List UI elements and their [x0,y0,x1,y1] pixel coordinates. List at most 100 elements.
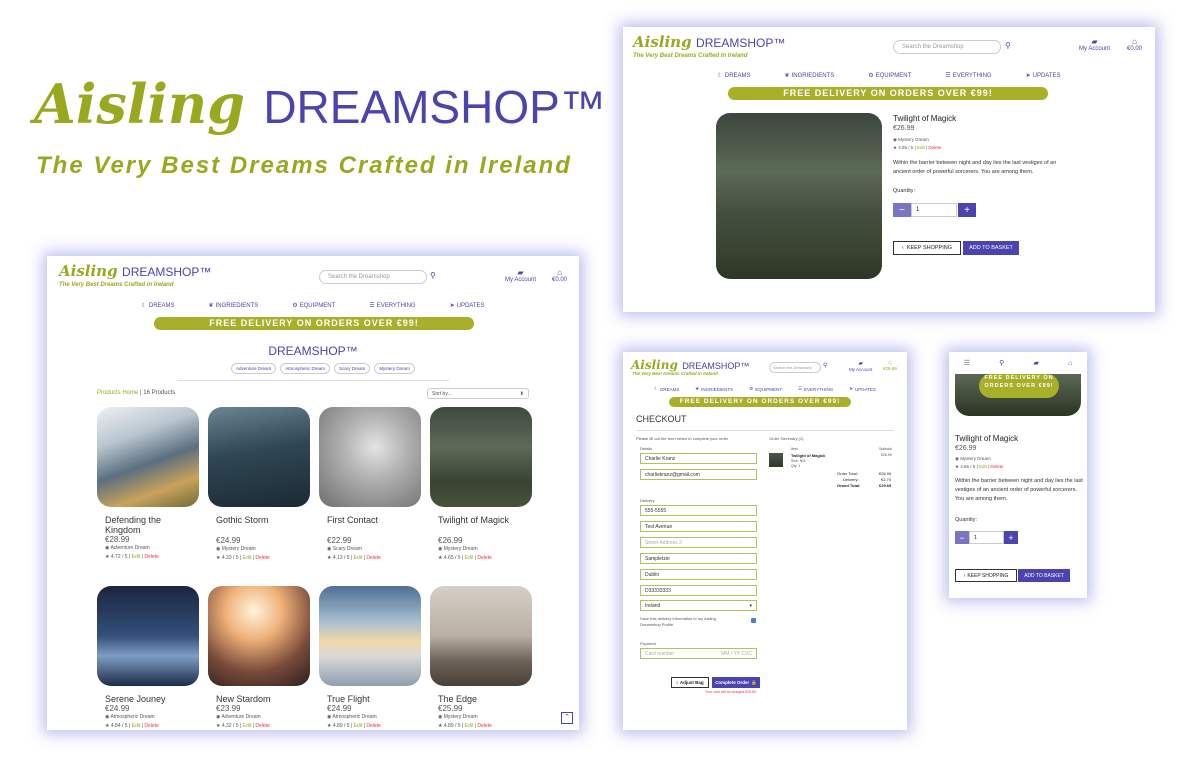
edit-link[interactable]: Edit [243,555,252,561]
product-image[interactable] [208,407,310,507]
quantity-input[interactable]: 1 [911,203,957,217]
back-to-top-button[interactable]: ⌃ [561,712,573,724]
phone-field[interactable]: 555-5555 [640,505,757,516]
postcode-field[interactable]: D33333333 [640,585,757,596]
quantity-decrement-button[interactable]: − [955,531,969,544]
edit-link[interactable]: Edit [354,723,363,729]
delete-link[interactable]: Delete [366,723,380,729]
search-input[interactable]: Search the Dreamshop [893,40,1001,54]
edit-link[interactable]: Edit [132,554,141,560]
product-card[interactable]: The Edge €25.99 ◉ Mystery Dream ★ 4.89 /… [430,586,532,729]
town-field[interactable]: Sampletzie [640,553,757,564]
basket-icon[interactable]: ⌂ [1068,360,1072,367]
nav-updates[interactable]: ➤ UPDATES [849,386,876,392]
detail-logo[interactable]: Aisling DREAMSHOP™ [633,33,785,52]
country-select[interactable]: Ireland ▾ [640,600,757,611]
category-tag[interactable]: Mystery Dream [374,363,415,374]
edit-link[interactable]: Edit [465,555,474,561]
product-category[interactable]: ◉ Atmospheric Dream [105,714,199,720]
quantity-decrement-button[interactable]: − [893,203,911,217]
delete-link[interactable]: Delete [477,723,491,729]
basket-link[interactable]: ⌂ €0.00 [552,268,567,283]
nav-equipment[interactable]: ⚙ EQUIPMENT [749,386,782,392]
product-category[interactable]: ◉ Mystery Dream [893,137,929,143]
edit-link[interactable]: Edit [132,723,141,729]
product-image[interactable] [430,586,532,686]
nav-dreams[interactable]: ☾ DREAMS [654,386,679,392]
nav-everything[interactable]: ☰ EVERYTHING [798,386,833,392]
sort-select[interactable]: Sort by... ⬍ [427,388,529,399]
street-address-2-field[interactable]: Street Address 2 [640,537,757,548]
keep-shopping-button[interactable]: ‹ KEEP SHOPPING [893,241,961,255]
nav-dreams[interactable]: ☾ DREAMS [717,72,750,80]
product-image[interactable] [208,586,310,686]
search-icon[interactable]: ⚲ [1005,41,1011,50]
search-input[interactable]: Search the Dreamshop [319,270,427,284]
account-link[interactable]: ▰ My Account [1079,37,1110,52]
product-category[interactable]: ◉ Mystery Dream [438,546,532,552]
product-category[interactable]: ◉ Atmospheric Dream [327,714,421,720]
product-card[interactable]: New Stardom €23.99 ◉ Adventure Dream ★ 4… [208,586,310,729]
delete-link[interactable]: Delete [255,723,269,729]
nav-everything[interactable]: ☰ EVERYTHING [369,302,415,310]
product-image[interactable] [430,407,532,507]
product-category[interactable]: ◉ Mystery Dream [955,456,991,462]
nav-ingredients[interactable]: ❦ INGRIEDIENTS [209,302,259,310]
search-icon[interactable]: ⚲ [430,271,436,280]
basket-link[interactable]: ⌂ €0.00 [1127,37,1142,52]
product-category[interactable]: ◉ Adventure Dream [105,545,199,551]
nav-ingredients[interactable]: ❦ INGRIEDIENTS [785,72,835,80]
nav-updates[interactable]: ➤ UPDATES [1026,72,1061,80]
account-link[interactable]: ▰ My Account [849,360,872,372]
product-category[interactable]: ◉ Mystery Dream [216,546,310,552]
product-card[interactable]: Defending the Kingdom €28.99 ◉ Adventure… [97,407,199,560]
category-tag[interactable]: Atmospheric Dream [280,363,331,374]
edit-link[interactable]: Edit [354,555,363,561]
product-image[interactable] [319,407,421,507]
category-tag[interactable]: Adventure Dream [231,363,277,374]
delete-link[interactable]: Delete [990,464,1003,469]
delete-link[interactable]: Delete [144,723,158,729]
full-name-field[interactable]: Charlie Kranz [640,453,757,464]
quantity-increment-button[interactable]: + [958,203,976,217]
card-field[interactable]: Card number MM / YY CVC [640,648,757,659]
nav-ingredients[interactable]: ❦ INGRIEDIENTS [695,386,733,392]
search-icon[interactable]: ⚲ [999,359,1004,367]
add-to-basket-button[interactable]: ADD TO BASKET [963,241,1019,255]
product-image[interactable] [319,586,421,686]
delete-link[interactable]: Delete [144,554,158,560]
product-card[interactable]: True Flight €24.99 ◉ Atmospheric Dream ★… [319,586,421,729]
product-image[interactable] [97,407,199,507]
complete-order-button[interactable]: Complete Order 🔒 [712,677,760,688]
quantity-increment-button[interactable]: + [1004,531,1018,544]
add-to-basket-button[interactable]: ADD TO BASKET [1018,569,1070,582]
nav-everything[interactable]: ☰ EVERYTHING [945,72,991,80]
email-field[interactable]: charliekranz@gmail.com [640,469,757,480]
category-tag[interactable]: Scary Dream [334,363,371,374]
nav-dreams[interactable]: ☾ DREAMS [141,302,174,310]
product-card[interactable]: First Contact €22.99 ◉ Scary Dream ★ 4.1… [319,407,421,561]
shop-logo[interactable]: Aisling DREAMSHOP™ [59,262,211,281]
product-category[interactable]: ◉ Scary Dream [327,546,421,552]
keep-shopping-button[interactable]: ‹ KEEP SHOPPING [955,569,1017,582]
bed-icon[interactable]: ▰ [1034,359,1039,367]
delete-link[interactable]: Delete [255,555,269,561]
nav-equipment[interactable]: ⚙ EQUIPMENT [868,72,911,80]
delete-link[interactable]: Delete [366,555,380,561]
basket-link[interactable]: ⌂ €29.69 [883,360,897,371]
search-input[interactable]: Search the Dreamsho [769,362,821,373]
account-link[interactable]: ▰ My Account [505,268,536,283]
street-address-1-field[interactable]: Test Avenue [640,521,757,532]
edit-link[interactable]: Edit [465,723,474,729]
delete-link[interactable]: Delete [928,145,941,150]
edit-link[interactable]: Edit [917,145,925,150]
product-category[interactable]: ◉ Adventure Dream [216,714,310,720]
quantity-input[interactable]: 1 [969,531,1004,544]
product-card[interactable]: Gothic Storm €24.99 ◉ Mystery Dream ★ 4.… [208,407,310,561]
save-info-checkbox[interactable] [751,618,756,623]
menu-icon[interactable]: ☰ [964,359,970,367]
edit-link[interactable]: Edit [979,464,987,469]
product-image[interactable] [97,586,199,686]
search-icon[interactable]: ⚲ [823,362,827,369]
county-field[interactable]: Dublin [640,569,757,580]
